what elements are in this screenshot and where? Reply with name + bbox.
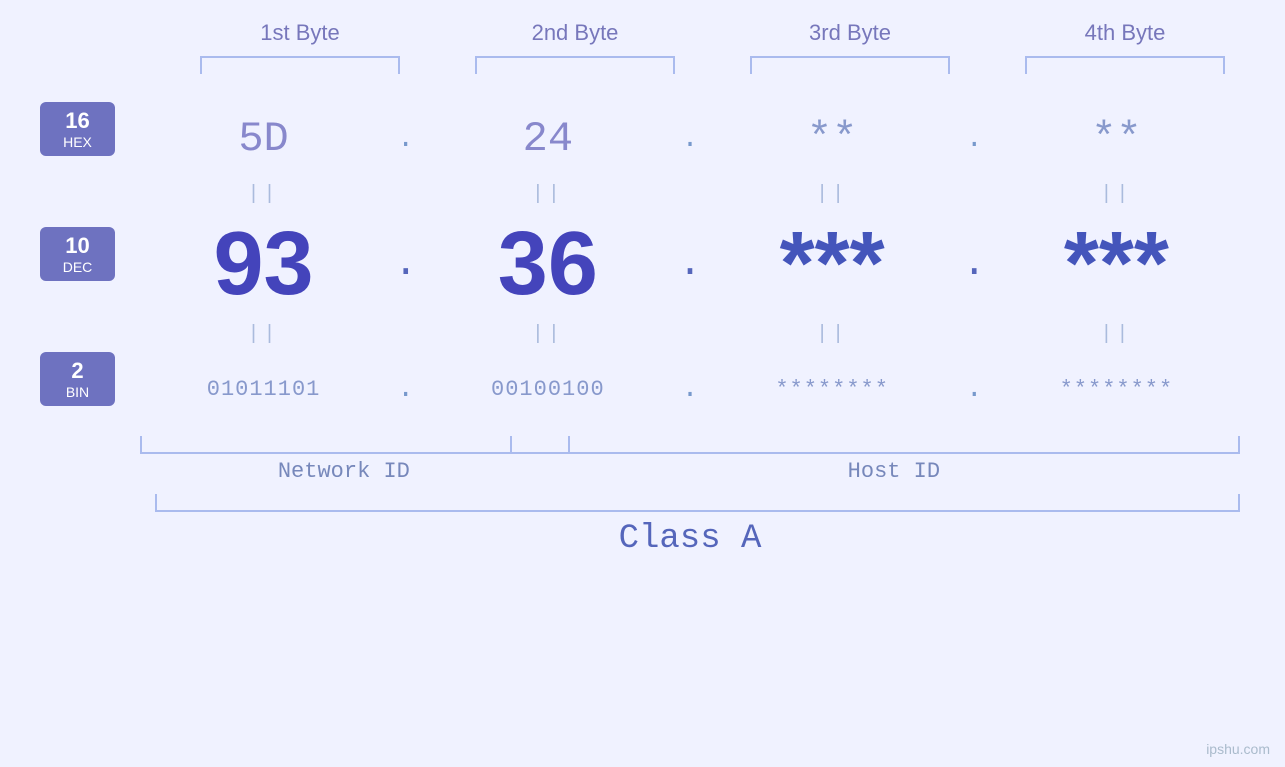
dec-data-row: 93 . 36 . *** . ***	[140, 209, 1240, 319]
bin-dot-2: .	[675, 374, 705, 405]
host-bracket	[510, 436, 1240, 454]
dec-dot-2: .	[675, 242, 705, 287]
bin-base-label: BIN	[44, 384, 111, 400]
bracket-top-1	[200, 56, 400, 74]
dec-base-num: 10	[44, 233, 111, 259]
bottom-brackets-section	[140, 434, 1240, 454]
network-bracket	[140, 436, 570, 454]
dec-base-label: DEC	[44, 259, 111, 275]
dec-cell-2: 36	[428, 219, 668, 309]
watermark: ipshu.com	[1206, 741, 1270, 757]
dec-val-2: 36	[498, 214, 598, 314]
bin-data-row: 01011101 . 00100100 . ******** . *******…	[140, 349, 1240, 429]
dec-cell-1: 93	[144, 219, 384, 309]
hex-val-1: 5D	[238, 115, 288, 163]
bin-dot-1: .	[391, 374, 421, 405]
bin-dot-3: .	[959, 374, 989, 405]
pipe-spacer-1	[40, 169, 140, 199]
class-label: Class A	[140, 520, 1240, 558]
hex-base-num: 16	[44, 108, 111, 134]
pipe-2-3: ||	[712, 323, 952, 346]
bracket-top-4	[1025, 56, 1225, 74]
bin-cell-4: ********	[996, 377, 1236, 402]
bracket-top-2	[475, 56, 675, 74]
pipe-1-3: ||	[712, 183, 952, 206]
byte-label-2: 2nd Byte	[455, 20, 695, 46]
hex-badge-wrapper: 16 HEX	[40, 89, 140, 169]
bin-badge: 2 BIN	[40, 352, 115, 406]
hex-data-row: 5D . 24 . ** . **	[140, 99, 1240, 179]
bin-val-4: ********	[1060, 377, 1174, 402]
data-rows-area: 5D . 24 . ** . ** || ||	[140, 89, 1285, 558]
hex-cell-2: 24	[428, 115, 668, 163]
overall-bracket	[155, 494, 1240, 512]
main-grid: 16 HEX 10 DEC 2 BIN	[0, 89, 1285, 558]
bin-cell-2: 00100100	[428, 377, 668, 402]
dec-dot-1: .	[391, 242, 421, 287]
byte-label-4: 4th Byte	[1005, 20, 1245, 46]
dec-badge: 10 DEC	[40, 227, 115, 281]
top-brackets	[163, 56, 1263, 74]
dec-val-4: ***	[1064, 214, 1169, 314]
bracket-id-labels: Network ID Host ID	[140, 459, 1240, 484]
host-id-label: Host ID	[548, 459, 1240, 484]
hex-val-3: **	[807, 115, 857, 163]
pipe-2-2: ||	[428, 323, 668, 346]
bin-val-1: 01011101	[207, 377, 321, 402]
main-container: 1st Byte 2nd Byte 3rd Byte 4th Byte 16 H…	[0, 0, 1285, 767]
byte-label-3: 3rd Byte	[730, 20, 970, 46]
dec-val-1: 93	[214, 214, 314, 314]
hex-dot-2: .	[675, 124, 705, 155]
bin-cell-3: ********	[712, 377, 952, 402]
bin-base-num: 2	[44, 358, 111, 384]
dec-badge-wrapper: 10 DEC	[40, 199, 140, 309]
bin-val-2: 00100100	[491, 377, 605, 402]
hex-dot-1: .	[391, 124, 421, 155]
hex-cell-1: 5D	[144, 115, 384, 163]
hex-cell-4: **	[996, 115, 1236, 163]
pipe-1-2: ||	[428, 183, 668, 206]
pipe-1-4: ||	[996, 183, 1236, 206]
pipe-row-2: || || || ||	[140, 319, 1240, 349]
dec-cell-3: ***	[712, 219, 952, 309]
hex-dot-3: .	[959, 124, 989, 155]
byte-label-1: 1st Byte	[180, 20, 420, 46]
hex-val-2: 24	[523, 115, 573, 163]
dec-cell-4: ***	[996, 219, 1236, 309]
pipe-2-1: ||	[144, 323, 384, 346]
bin-cell-1: 01011101	[144, 377, 384, 402]
hex-val-4: **	[1091, 115, 1141, 163]
bin-badge-wrapper: 2 BIN	[40, 339, 140, 419]
byte-headers: 1st Byte 2nd Byte 3rd Byte 4th Byte	[163, 20, 1263, 46]
pipe-1-1: ||	[144, 183, 384, 206]
hex-base-label: HEX	[44, 134, 111, 150]
dec-dot-3: .	[959, 242, 989, 287]
network-id-label: Network ID	[140, 459, 548, 484]
hex-cell-3: **	[712, 115, 952, 163]
base-labels-column: 16 HEX 10 DEC 2 BIN	[0, 89, 140, 558]
bin-val-3: ********	[775, 377, 889, 402]
pipe-spacer-2	[40, 309, 140, 339]
dec-val-3: ***	[780, 214, 885, 314]
pipe-2-4: ||	[996, 323, 1236, 346]
pipe-row-1: || || || ||	[140, 179, 1240, 209]
hex-badge: 16 HEX	[40, 102, 115, 156]
bracket-top-3	[750, 56, 950, 74]
